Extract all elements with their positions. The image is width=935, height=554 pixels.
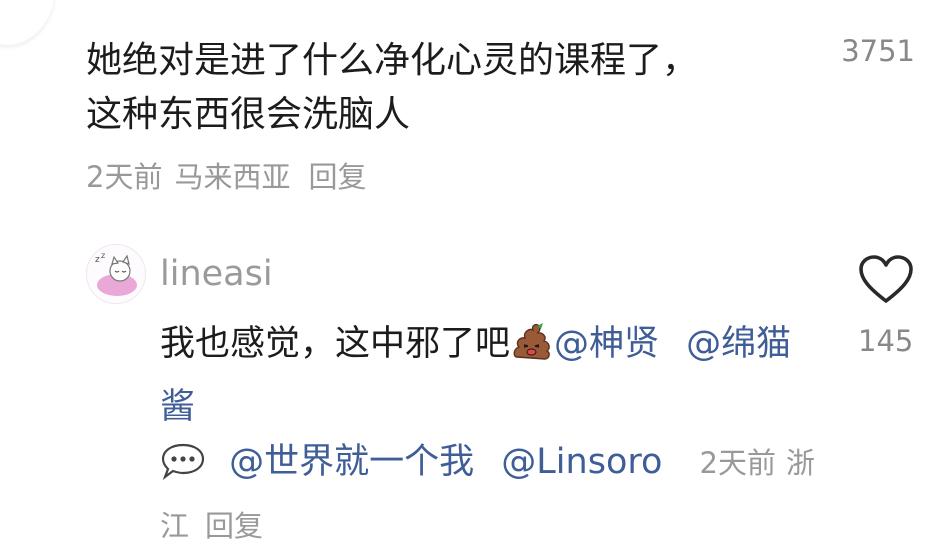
comment-text-line: 这种东西很会洗脑人 [86,94,411,135]
comment-avatar-partial[interactable] [0,0,55,45]
reply-button[interactable]: 回复 [308,160,366,194]
mention-link[interactable]: @柛贤 [554,324,659,364]
speech-bubble-emoji-icon [160,441,206,498]
comment-meta: 2天前 马来西亚 回复 [86,156,378,198]
like-count: 145 [858,324,914,358]
avatar[interactable]: z z [86,244,146,304]
comment-text: 她绝对是进了什么净化心灵的课程了， 这种东西很会洗脑人 [86,34,806,142]
username[interactable]: lineasi [160,250,273,298]
mention-link[interactable]: @Linsoro [501,442,662,482]
comment-text-line: 我也感觉，这中邪了吧 @柛贤 @绵猫酱 [160,317,820,435]
comment-text-line: @世界就一个我 @Linsoro 2天前 浙江 回复 [160,435,820,554]
comment-text: 我也感觉，这中邪了吧 @柛贤 @绵猫酱 @世界就一个我 @Linsoro 2天前… [160,317,820,554]
sleeping-cat-avatar-icon: z z [95,251,137,296]
comment-location: 马来西亚 [174,160,291,194]
mention-link[interactable]: @世界就一个我 [229,442,474,482]
svg-text:z: z [101,251,105,260]
svg-text:z: z [95,255,100,265]
like-count: 3751 [841,34,915,68]
comment-time: 2天前 [699,446,776,480]
comment-text-line: 她绝对是进了什么净化心灵的课程了， [86,40,699,81]
comment-time: 2天前 [86,160,163,194]
heart-icon[interactable] [857,254,915,306]
poop-emoji-icon [510,319,554,380]
comment-body: 我也感觉，这中邪了吧 [160,324,511,364]
reply-button[interactable]: 回复 [205,509,263,543]
